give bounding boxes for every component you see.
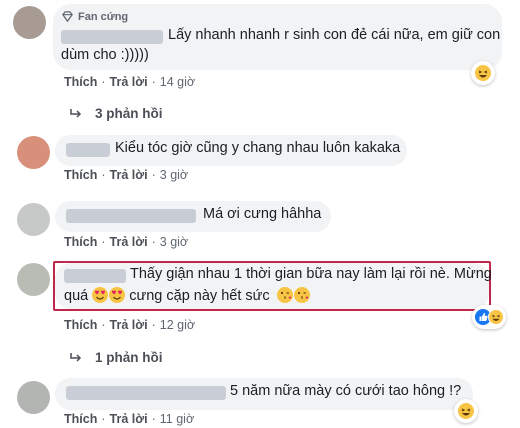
blurred-author-name[interactable] — [64, 269, 126, 283]
reply-arrow-icon — [70, 353, 82, 362]
reply-arrow-icon — [70, 109, 82, 118]
timestamp[interactable]: 3 giờ — [160, 235, 188, 249]
comment-text: quá — [64, 288, 89, 304]
blurred-author-name[interactable] — [66, 209, 196, 223]
separator: · — [151, 168, 156, 182]
comment-actions: Thích · Trả lời · 12 giờ — [64, 318, 195, 332]
separator: · — [151, 318, 156, 332]
separator: · — [101, 318, 106, 332]
comment-text: Kiểu tóc giờ cũng y chang nhau luôn kaka… — [115, 140, 401, 156]
blurred-author-name[interactable] — [61, 30, 163, 44]
kiss-emoji-icon — [293, 287, 310, 303]
separator: · — [101, 75, 106, 89]
blurred-author-name[interactable] — [66, 143, 110, 157]
separator: · — [151, 412, 156, 426]
avatar[interactable] — [17, 381, 50, 414]
comment-text: Lấy nhanh nhanh r sinh con đẻ cái nữa, e… — [168, 27, 501, 43]
like-link[interactable]: Thích — [64, 318, 97, 332]
comment-text-line: quá cưng cặp này hết sức — [64, 286, 310, 306]
reaction-badge[interactable] — [472, 305, 506, 329]
like-link[interactable]: Thích — [64, 168, 97, 182]
avatar[interactable] — [17, 136, 50, 169]
separator: · — [101, 235, 106, 249]
comment-text: Má ơi cưng hâhha — [203, 206, 322, 222]
separator: · — [101, 412, 106, 426]
comment-text: Thấy giận nhau 1 thời gian bữa nay làm l… — [130, 266, 492, 282]
replies-count: 3 phản hồi — [95, 106, 163, 121]
comment-actions: Thích · Trả lời · 14 giờ — [64, 75, 195, 89]
badge-label: Fan cứng — [78, 10, 129, 23]
separator: · — [151, 235, 156, 249]
haha-emoji-icon — [487, 309, 504, 325]
view-replies-link[interactable]: 1 phản hồi — [70, 350, 163, 365]
reply-link[interactable]: Trả lời — [110, 235, 148, 249]
reaction-badge[interactable] — [471, 61, 495, 85]
comment-text: dùm cho :))))) — [61, 47, 149, 63]
timestamp[interactable]: 14 giờ — [160, 75, 195, 89]
reply-link[interactable]: Trả lời — [110, 412, 148, 426]
separator: · — [151, 75, 156, 89]
comment-actions: Thích · Trả lời · 3 giờ — [64, 235, 188, 249]
like-link[interactable]: Thích — [64, 235, 97, 249]
replies-count: 1 phản hồi — [95, 350, 163, 365]
reply-link[interactable]: Trả lời — [110, 75, 148, 89]
reaction-badge[interactable] — [454, 399, 478, 423]
like-link[interactable]: Thích — [64, 75, 97, 89]
timestamp[interactable]: 12 giờ — [160, 318, 195, 332]
kiss-emoji-icon — [276, 287, 293, 303]
timestamp[interactable]: 3 giờ — [160, 168, 188, 182]
like-link[interactable]: Thích — [64, 412, 97, 426]
haha-emoji-icon — [458, 403, 474, 419]
diamond-icon — [62, 11, 73, 23]
heart-eyes-emoji-icon — [92, 287, 109, 303]
comment-text: 5 năm nữa mày có cưới tao hông !? — [230, 383, 462, 399]
comment-actions: Thích · Trả lời · 11 giờ — [64, 412, 194, 426]
avatar[interactable] — [13, 6, 46, 39]
reply-link[interactable]: Trả lời — [110, 168, 148, 182]
view-replies-link[interactable]: 3 phản hồi — [70, 106, 163, 121]
haha-emoji-icon — [475, 65, 491, 81]
fan-badge: Fan cứng — [61, 10, 128, 23]
blurred-author-name[interactable] — [66, 386, 226, 400]
comment-text: cưng cặp này hết sức — [129, 288, 270, 304]
avatar[interactable] — [17, 263, 50, 296]
heart-eyes-emoji-icon — [109, 287, 126, 303]
reply-link[interactable]: Trả lời — [110, 318, 148, 332]
avatar[interactable] — [17, 203, 50, 236]
timestamp[interactable]: 11 giờ — [160, 412, 194, 426]
comment-actions: Thích · Trả lời · 3 giờ — [64, 168, 188, 182]
separator: · — [101, 168, 106, 182]
